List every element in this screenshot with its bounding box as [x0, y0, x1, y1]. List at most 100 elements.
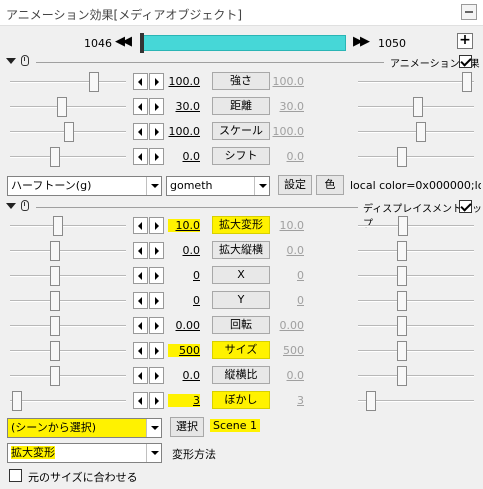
- end-slider-track[interactable]: [358, 81, 474, 83]
- select-button[interactable]: 選択: [170, 417, 204, 437]
- decrement-button[interactable]: [133, 342, 148, 359]
- end-slider-track[interactable]: [358, 300, 474, 302]
- end-value[interactable]: 0.0: [272, 369, 305, 382]
- settings-button[interactable]: 設定: [278, 175, 312, 195]
- start-value[interactable]: 100.0: [168, 75, 201, 88]
- param-name-button[interactable]: 縦横比: [212, 366, 270, 384]
- end-slider-thumb[interactable]: [413, 97, 424, 117]
- end-value[interactable]: 0: [272, 269, 304, 282]
- start-slider-track[interactable]: [10, 325, 126, 327]
- increment-button[interactable]: [149, 123, 164, 140]
- increment-button[interactable]: [149, 217, 164, 234]
- end-value[interactable]: 0.0: [272, 244, 305, 257]
- increment-button[interactable]: [149, 367, 164, 384]
- start-slider-track[interactable]: [10, 375, 126, 377]
- end-value[interactable]: 100.0: [272, 125, 305, 138]
- end-slider-thumb[interactable]: [366, 391, 377, 411]
- end-value[interactable]: 0: [272, 294, 304, 307]
- end-slider-thumb[interactable]: [397, 147, 408, 167]
- decrement-button[interactable]: [133, 148, 148, 165]
- start-slider-thumb[interactable]: [49, 241, 60, 261]
- end-slider-thumb[interactable]: [416, 122, 427, 142]
- enable-checkbox[interactable]: [459, 200, 472, 213]
- increment-button[interactable]: [149, 98, 164, 115]
- add-button[interactable]: +: [457, 33, 473, 49]
- preset-select[interactable]: gometh: [166, 176, 270, 196]
- minimize-button[interactable]: [461, 4, 477, 20]
- end-slider-thumb[interactable]: [397, 366, 408, 386]
- start-slider-thumb[interactable]: [49, 341, 60, 361]
- end-value[interactable]: 10.0: [272, 219, 305, 232]
- chevron-down-icon[interactable]: [254, 177, 269, 195]
- start-slider-thumb[interactable]: [49, 316, 60, 336]
- decrement-button[interactable]: [133, 217, 148, 234]
- param-name-button[interactable]: 拡大変形: [212, 216, 270, 234]
- start-value[interactable]: 100.0: [168, 125, 201, 138]
- end-value[interactable]: 100.0: [272, 75, 305, 88]
- increment-button[interactable]: [149, 317, 164, 334]
- param-name-button[interactable]: X: [212, 266, 270, 284]
- increment-button[interactable]: [149, 73, 164, 90]
- increment-button[interactable]: [149, 342, 164, 359]
- param-name-button[interactable]: 回転: [212, 316, 270, 334]
- start-value[interactable]: 0: [168, 294, 200, 307]
- start-slider-track[interactable]: [10, 250, 126, 252]
- end-value[interactable]: 0.00: [272, 319, 305, 332]
- end-value[interactable]: 3: [272, 394, 304, 407]
- end-slider-thumb[interactable]: [397, 266, 408, 286]
- param-name-button[interactable]: ぼかし: [212, 391, 270, 409]
- increment-button[interactable]: [149, 392, 164, 409]
- increment-button[interactable]: [149, 267, 164, 284]
- end-slider-thumb[interactable]: [461, 72, 472, 92]
- chevron-down-icon[interactable]: [146, 177, 161, 195]
- start-slider-track[interactable]: [10, 81, 126, 83]
- end-slider-thumb[interactable]: [397, 291, 408, 311]
- animation-type-select[interactable]: ハーフトーン(g): [7, 176, 162, 196]
- scene-select[interactable]: (シーンから選択): [7, 418, 162, 438]
- start-value[interactable]: 0: [168, 269, 200, 282]
- param-name-button[interactable]: スケール: [212, 122, 270, 140]
- start-slider-track[interactable]: [10, 106, 126, 108]
- param-name-button[interactable]: サイズ: [212, 341, 270, 359]
- start-slider-track[interactable]: [10, 275, 126, 277]
- end-value[interactable]: 30.0: [272, 100, 305, 113]
- increment-button[interactable]: [149, 242, 164, 259]
- param-name-button[interactable]: 強さ: [212, 72, 270, 90]
- param-name-button[interactable]: Y: [212, 291, 270, 309]
- end-slider-thumb[interactable]: [397, 341, 408, 361]
- start-slider-track[interactable]: [10, 225, 126, 227]
- start-slider-thumb[interactable]: [49, 147, 60, 167]
- start-slider-track[interactable]: [10, 400, 126, 402]
- start-value[interactable]: 30.0: [168, 100, 201, 113]
- timeline-cursor[interactable]: [140, 33, 144, 53]
- start-value[interactable]: 500: [168, 344, 200, 357]
- start-slider-thumb[interactable]: [49, 266, 60, 286]
- start-value[interactable]: 0.0: [168, 150, 201, 163]
- method-select[interactable]: 拡大変形: [7, 443, 162, 463]
- decrement-button[interactable]: [133, 98, 148, 115]
- param-name-button[interactable]: シフト: [212, 147, 270, 165]
- start-slider-thumb[interactable]: [63, 122, 74, 142]
- end-slider-track[interactable]: [358, 250, 474, 252]
- start-value[interactable]: 0.0: [168, 369, 201, 382]
- decrement-button[interactable]: [133, 317, 148, 334]
- end-slider-track[interactable]: [358, 225, 474, 227]
- end-value[interactable]: 500: [272, 344, 304, 357]
- end-slider-track[interactable]: [358, 375, 474, 377]
- decrement-button[interactable]: [133, 292, 148, 309]
- end-slider-track[interactable]: [358, 275, 474, 277]
- start-slider-thumb[interactable]: [52, 216, 63, 236]
- end-slider-track[interactable]: [358, 325, 474, 327]
- start-slider-thumb[interactable]: [49, 291, 60, 311]
- end-slider-thumb[interactable]: [397, 316, 408, 336]
- end-slider-thumb[interactable]: [398, 216, 409, 236]
- enable-checkbox[interactable]: [459, 55, 472, 68]
- start-value[interactable]: 0.0: [168, 244, 201, 257]
- decrement-button[interactable]: [133, 242, 148, 259]
- decrement-button[interactable]: [133, 73, 148, 90]
- start-slider-thumb[interactable]: [12, 391, 23, 411]
- param-name-button[interactable]: 拡大縦横: [212, 241, 270, 259]
- start-slider-thumb[interactable]: [89, 72, 100, 92]
- end-slider-track[interactable]: [358, 350, 474, 352]
- start-slider-thumb[interactable]: [57, 97, 68, 117]
